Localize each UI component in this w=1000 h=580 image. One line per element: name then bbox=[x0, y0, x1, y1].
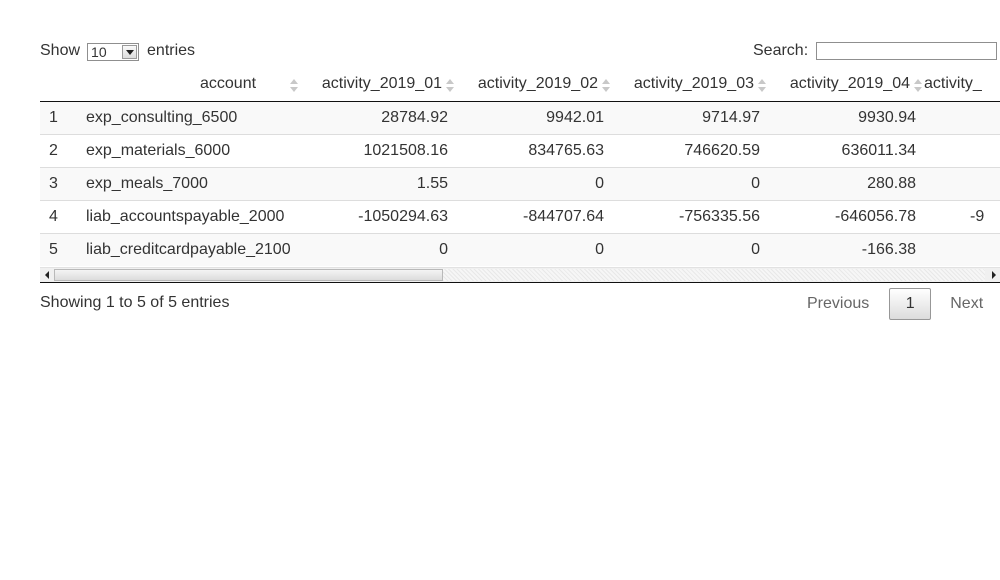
cell-account: exp_materials_6000 bbox=[80, 134, 300, 168]
cell-activity: -1050294.63 bbox=[300, 200, 456, 234]
header-activity-2019-05[interactable]: activity_ bbox=[924, 68, 1000, 102]
search-control: Search: bbox=[753, 42, 998, 60]
cell-activity: 1021508.16 bbox=[300, 134, 456, 168]
scroll-right-arrow-icon[interactable] bbox=[987, 268, 1000, 282]
table-row: 2 exp_materials_6000 1021508.16 834765.6… bbox=[40, 134, 1000, 168]
table-row: 5 liab_creditcardpayable_2100 0 0 0 -166… bbox=[40, 233, 1000, 266]
cell-activity: 0 bbox=[612, 233, 768, 266]
cell-account: liab_creditcardpayable_2100 bbox=[80, 233, 300, 266]
scroll-left-arrow-icon[interactable] bbox=[40, 268, 53, 282]
cell-activity: 834765.63 bbox=[456, 134, 612, 168]
header-activity-2019-01[interactable]: activity_2019_01 bbox=[300, 68, 456, 102]
cell-activity: 9930.94 bbox=[768, 101, 924, 135]
chevron-down-icon bbox=[122, 45, 138, 59]
row-index: 3 bbox=[40, 167, 80, 201]
horizontal-scrollbar[interactable] bbox=[40, 267, 1000, 282]
entries-length-control: Show 10 entries bbox=[40, 42, 196, 61]
table-row: 3 exp_meals_7000 1.55 0 0 280.88 bbox=[40, 167, 1000, 201]
cell-activity: -9 bbox=[924, 200, 1000, 234]
table-row: 4 liab_accountspayable_2000 -1050294.63 … bbox=[40, 200, 1000, 234]
cell-activity: 0 bbox=[456, 167, 612, 201]
header-activity-2019-02[interactable]: activity_2019_02 bbox=[456, 68, 612, 102]
cell-activity: -756335.56 bbox=[612, 200, 768, 234]
cell-account: exp_consulting_6500 bbox=[80, 101, 300, 135]
sort-icon bbox=[914, 79, 922, 93]
entries-per-page-select[interactable]: 10 bbox=[87, 43, 140, 61]
cell-activity: -646056.78 bbox=[768, 200, 924, 234]
cell-activity: 746620.59 bbox=[612, 134, 768, 168]
cell-activity: 1.55 bbox=[300, 167, 456, 201]
cell-account: liab_accountspayable_2000 bbox=[80, 200, 300, 234]
row-index: 1 bbox=[40, 101, 80, 135]
table-scroll-area: account activity_2019_01 activity_2019_0… bbox=[40, 68, 1000, 284]
cell-activity: -844707.64 bbox=[456, 200, 612, 234]
cell-activity: 0 bbox=[612, 167, 768, 201]
show-label: Show bbox=[40, 42, 81, 59]
entries-per-page-value: 10 bbox=[91, 44, 107, 60]
cell-activity: 28784.92 bbox=[300, 101, 456, 135]
next-button[interactable]: Next bbox=[931, 295, 999, 313]
header-activity-2019-04[interactable]: activity_2019_04 bbox=[768, 68, 924, 102]
page-1-button[interactable]: 1 bbox=[889, 288, 932, 320]
search-input[interactable] bbox=[816, 42, 998, 60]
sort-icon bbox=[290, 79, 298, 93]
cell-activity: 636011.34 bbox=[768, 134, 924, 168]
table-bottom-border bbox=[40, 282, 1000, 283]
cell-activity: 0 bbox=[456, 233, 612, 266]
pagination: Previous 1 Next bbox=[790, 287, 999, 321]
cell-account: exp_meals_7000 bbox=[80, 167, 300, 201]
cell-activity bbox=[924, 233, 1000, 266]
table-header-row: account activity_2019_01 activity_2019_0… bbox=[40, 68, 1000, 102]
data-table: account activity_2019_01 activity_2019_0… bbox=[40, 68, 1000, 266]
row-index: 5 bbox=[40, 233, 80, 266]
sort-icon bbox=[446, 79, 454, 93]
scrollbar-thumb[interactable] bbox=[54, 269, 443, 281]
sort-icon bbox=[602, 79, 610, 93]
entries-label: entries bbox=[147, 42, 196, 59]
header-account[interactable]: account bbox=[80, 68, 300, 102]
cell-activity: 280.88 bbox=[768, 167, 924, 201]
header-index bbox=[40, 68, 80, 102]
row-index: 4 bbox=[40, 200, 80, 234]
search-label: Search: bbox=[753, 42, 809, 59]
row-index: 2 bbox=[40, 134, 80, 168]
scrollbar-track[interactable] bbox=[443, 269, 985, 281]
datatable-widget: Show 10 entries Search: account activity… bbox=[0, 0, 1000, 580]
cell-activity: -166.38 bbox=[768, 233, 924, 266]
cell-activity bbox=[924, 101, 1000, 135]
sort-icon bbox=[758, 79, 766, 93]
table-row: 1 exp_consulting_6500 28784.92 9942.01 9… bbox=[40, 101, 1000, 135]
cell-activity: 9714.97 bbox=[612, 101, 768, 135]
cell-activity bbox=[924, 167, 1000, 201]
cell-activity: 0 bbox=[300, 233, 456, 266]
cell-activity bbox=[924, 134, 1000, 168]
table-info: Showing 1 to 5 of 5 entries bbox=[40, 294, 230, 311]
previous-button[interactable]: Previous bbox=[790, 295, 889, 313]
cell-activity: 9942.01 bbox=[456, 101, 612, 135]
header-activity-2019-03[interactable]: activity_2019_03 bbox=[612, 68, 768, 102]
